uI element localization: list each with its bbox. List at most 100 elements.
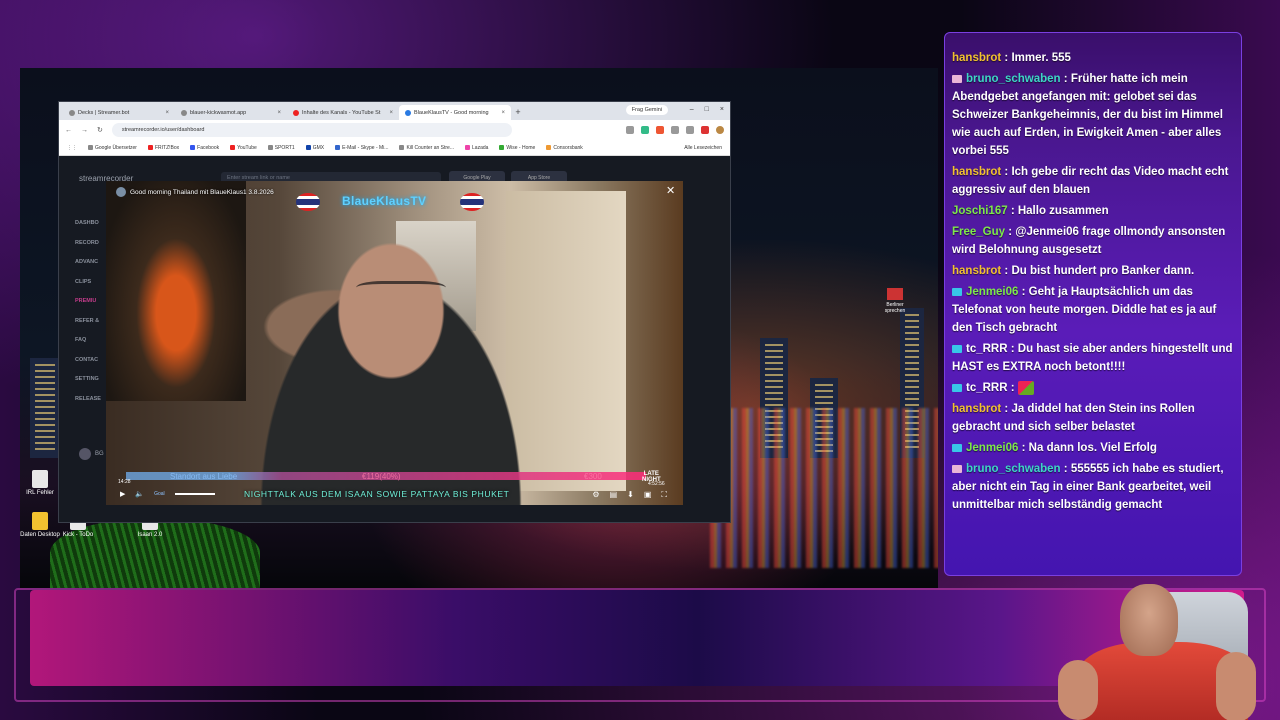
chat-message: Free_Guy : @Jenmei06 frage ollmondy anso… [952, 226, 1226, 256]
bookmark-item[interactable]: Consorsbank [546, 145, 583, 151]
sidebar-item[interactable]: CLIPS [75, 273, 101, 293]
chat-text: Du bist hundert pro Banker dann. [1011, 265, 1195, 277]
extension-icon[interactable] [656, 126, 664, 134]
gemini-button[interactable]: Frag Gemini [625, 105, 668, 115]
flag-badge-icon [952, 464, 962, 473]
chat-username[interactable]: hansbrot [952, 166, 1001, 178]
chat-username[interactable]: tc_RRR [966, 382, 1008, 394]
bookmark-item[interactable]: Google Übersetzer [88, 145, 137, 151]
bookmark-item[interactable]: Wise - Home [499, 145, 535, 151]
chat-username[interactable]: hansbrot [952, 265, 1001, 277]
close-tab-icon[interactable]: × [165, 110, 169, 116]
bookmark-item[interactable]: GMX [305, 145, 324, 151]
tab-youtube-studio[interactable]: Inhalte des Kanals - YouTube St × [287, 105, 399, 120]
sidebar-item[interactable]: SETTING [75, 370, 101, 390]
extension-icon[interactable] [701, 126, 709, 134]
chat-message: hansbrot : Ja diddel hat den Stein ins R… [952, 403, 1195, 433]
bookmark-item[interactable]: YouTube [230, 145, 257, 151]
chat-username[interactable]: Joschi167 [952, 205, 1008, 217]
video-person [226, 221, 556, 505]
bookmark-item[interactable]: E-Mail - Skype - Mi... [335, 145, 388, 151]
chat-username[interactable]: Jenmei06 [966, 442, 1018, 454]
sub-badge-icon [952, 344, 962, 353]
sidebar-item[interactable]: CONTAC [75, 351, 101, 371]
user-profile[interactable]: BG [79, 448, 104, 460]
sidebar-item-premium[interactable]: PREMIU [75, 292, 101, 312]
desktop-icon-label: Berliner sprechen [884, 302, 906, 314]
chat-message: Jenmei06 : Geht ja Hauptsächlich um das … [952, 286, 1217, 334]
bookmark-item[interactable]: FRITZ!Box [147, 145, 179, 151]
sidebar-item[interactable]: RELEASE [75, 390, 101, 410]
volume-icon[interactable]: 🔈 [135, 490, 144, 498]
tab-blauer-kick[interactable]: blauer-kickwasmot.app × [175, 105, 287, 120]
sidebar-item[interactable]: RECORD [75, 234, 101, 254]
desktop-icon-label: Daten Desktop [20, 532, 60, 538]
close-tab-icon[interactable]: × [277, 110, 281, 116]
avatar[interactable] [716, 126, 724, 134]
sidebar-item[interactable]: ADVANC [75, 253, 101, 273]
thai-flag-icon [296, 193, 320, 211]
tab-blaueklaustv[interactable]: BlaueKlausTV - Good morning × [399, 105, 511, 120]
app-icon [887, 288, 903, 300]
chat-message: bruno_schwaben : 555555 ich habe es stud… [952, 463, 1224, 511]
folder-icon [32, 512, 48, 530]
chat-username[interactable]: hansbrot [952, 52, 1001, 64]
sidebar-item[interactable]: DASHBO [75, 214, 101, 234]
bookmark-item[interactable]: Facebook [190, 145, 219, 151]
extension-icon[interactable] [686, 126, 694, 134]
chat-username[interactable]: Free_Guy [952, 226, 1005, 238]
desktop-icon-irl-fehler[interactable]: IRL Fehler [20, 470, 60, 496]
all-bookmarks[interactable]: Alle Lesezeichen [684, 145, 722, 151]
settings-icon[interactable]: ⚙ [592, 490, 599, 500]
close-window-icon[interactable]: × [720, 106, 724, 113]
chat-username[interactable]: bruno_schwaben [966, 463, 1061, 475]
extensions-area [626, 126, 724, 134]
desktop-icon-daten-desktop[interactable]: Daten Desktop [20, 512, 60, 538]
bookmark-item[interactable]: Kill Counter an Stre... [399, 145, 454, 151]
minimize-icon[interactable]: – [690, 106, 694, 113]
close-icon[interactable]: ✕ [666, 184, 675, 197]
close-tab-icon[interactable]: × [501, 110, 505, 116]
extension-icon[interactable] [641, 126, 649, 134]
chat-message: Joschi167 : Hallo zusammen [952, 205, 1109, 217]
webcam-person [1216, 652, 1256, 720]
chat-username[interactable]: bruno_schwaben [966, 73, 1061, 85]
forward-icon[interactable]: → [81, 127, 88, 134]
tab-label: blauer-kickwasmot.app [190, 109, 247, 116]
bookmark-item[interactable]: Lazada [465, 145, 488, 151]
download-icon[interactable]: ⬇ [627, 490, 634, 500]
sub-badge-icon [952, 383, 962, 392]
back-icon[interactable]: ← [65, 127, 72, 134]
maximize-icon[interactable]: □ [705, 106, 709, 113]
chat-text: Hallo zusammen [1017, 205, 1109, 217]
desktop-icon-label: IRL Fehler [26, 490, 54, 496]
new-tab-button[interactable]: + [511, 105, 525, 120]
bookmark-item[interactable]: SPORT1 [267, 145, 295, 151]
pip-icon[interactable]: ▣ [644, 490, 652, 500]
fullscreen-icon[interactable]: ⛶ [661, 490, 667, 500]
extension-icon[interactable] [626, 126, 634, 134]
video-player[interactable]: Good morning Thailand mit BlaueKlaus1 3.… [106, 181, 683, 505]
chat-username[interactable]: hansbrot [952, 403, 1001, 415]
chat-username[interactable]: Jenmei06 [966, 286, 1018, 298]
bookmarks-bar: ⋮⋮ Google Übersetzer FRITZ!Box Facebook … [59, 140, 730, 156]
chat-username[interactable]: tc_RRR [966, 343, 1008, 355]
reload-icon[interactable]: ↻ [97, 126, 103, 134]
sub-badge-icon [952, 287, 962, 296]
tab-streamerbot[interactable]: Decks | Streamer.bot × [63, 105, 175, 120]
goal-label: Standort aus Liebe [170, 472, 238, 481]
sidebar-item[interactable]: FAQ [75, 331, 101, 351]
goal-target: €300 [584, 472, 602, 481]
apps-icon[interactable]: ⋮⋮ [67, 145, 77, 151]
subtitles-icon[interactable]: ▤ [610, 490, 618, 500]
favicon-icon [405, 109, 411, 116]
sidebar-item[interactable]: REFER & [75, 312, 101, 332]
volume-slider[interactable] [174, 493, 215, 495]
favicon-icon [69, 109, 75, 116]
desktop-icon-berliner[interactable]: Berliner sprechen [880, 288, 910, 314]
close-tab-icon[interactable]: × [389, 110, 393, 116]
play-icon[interactable]: ▶ [120, 490, 125, 498]
extension-icon[interactable] [671, 126, 679, 134]
emote-icon [1017, 380, 1034, 395]
url-field[interactable]: streamrecorder.io/user/dashboard [111, 123, 512, 137]
